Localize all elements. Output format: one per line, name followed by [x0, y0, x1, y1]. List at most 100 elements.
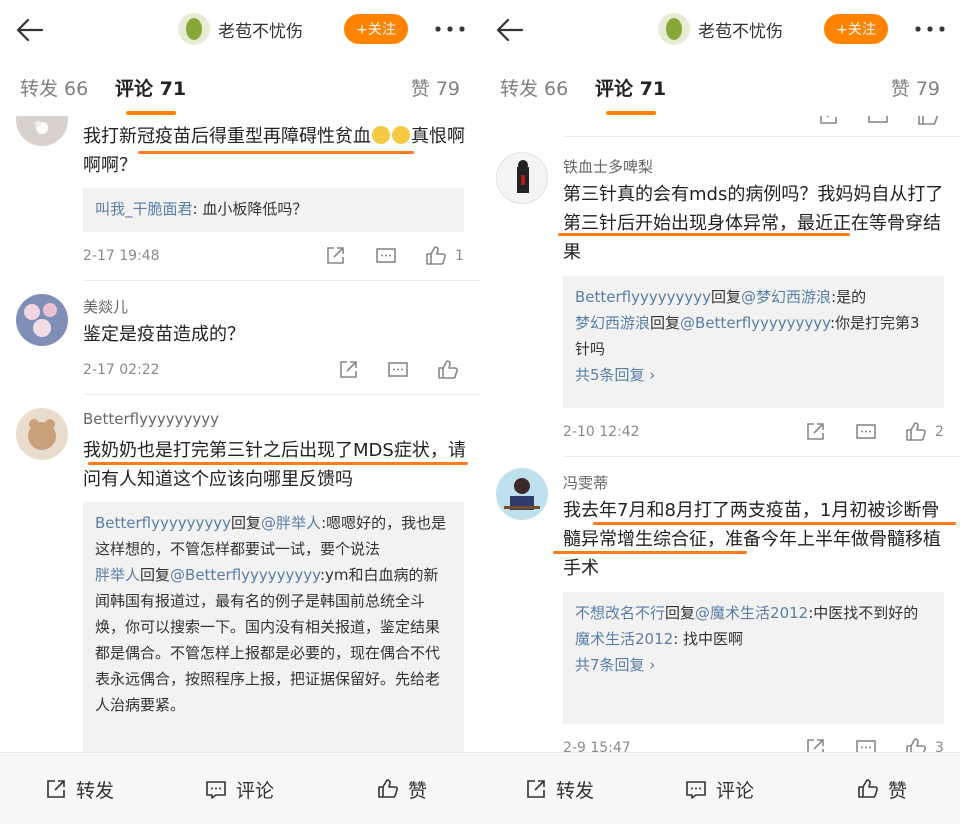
- reply-box[interactable]: Betterflyyyyyyyyy 回复 @梦幻西游浪:是的 梦幻西游浪回复@Bet…: [563, 276, 944, 408]
- back-arrow-icon[interactable]: [12, 12, 48, 48]
- bottom-action-bar: 转发 评论 赞: [480, 752, 960, 824]
- reply-target[interactable]: @Betterflyyyyyyyyy: [680, 314, 830, 332]
- comment-label: 评论: [236, 779, 275, 802]
- more-dots-icon[interactable]: [432, 14, 468, 44]
- more-dots-icon[interactable]: [912, 14, 948, 44]
- share-icon: [527, 780, 545, 798]
- comment-button[interactable]: 评论: [684, 775, 754, 803]
- tab-comments[interactable]: 评论 71: [595, 74, 666, 101]
- comment-meta: 2-9 15:47 3: [563, 736, 948, 752]
- comment-button[interactable]: 评论: [204, 775, 274, 803]
- commenter-name[interactable]: 铁血士多啤梨: [563, 156, 653, 177]
- divider: [563, 456, 960, 457]
- tab-comments[interactable]: 评论 71: [115, 74, 186, 101]
- reply-box[interactable]: Betterflyyyyyyyyy回复@胖举人:嗯嗯好的，我也是这样想的，不管怎…: [83, 502, 464, 752]
- share-icon[interactable]: [336, 358, 362, 384]
- repost-button[interactable]: 转发: [524, 775, 594, 803]
- back-arrow-icon[interactable]: [492, 12, 528, 48]
- share-icon[interactable]: [323, 244, 349, 270]
- reply-mid: 回复: [650, 314, 681, 332]
- repost-label: 转发: [76, 779, 115, 802]
- reply-user[interactable]: 胖举人: [95, 566, 140, 584]
- thumbs-up-icon: [378, 779, 398, 798]
- commenter-name[interactable]: 美燚儿: [83, 296, 128, 317]
- reply-box[interactable]: 不想改名不行回复@魔术生活2012:中医找不到好的 魔术生活2012: 找中医啊…: [563, 592, 944, 724]
- reply-target[interactable]: @胖举人: [261, 514, 321, 532]
- thumbs-up-icon[interactable]: [916, 116, 942, 130]
- comment-icon: [206, 781, 226, 799]
- share-icon[interactable]: [803, 420, 829, 446]
- reply-target[interactable]: @梦幻西游浪: [741, 288, 831, 306]
- reply-user[interactable]: 不想改名不行: [575, 604, 665, 622]
- author-name[interactable]: 老苞不忧伤: [698, 17, 783, 42]
- reply-box[interactable]: 叫我_干脆面君: 血小板降低吗？: [83, 188, 464, 232]
- thumbs-up-icon[interactable]: [904, 420, 930, 446]
- reply-mid: 回复: [140, 566, 171, 584]
- tab-likes[interactable]: 赞 79: [411, 74, 460, 101]
- crying-emoji-icon: [372, 126, 390, 144]
- author-avatar[interactable]: [658, 13, 690, 45]
- reply-user[interactable]: 魔术生活2012: [575, 630, 673, 648]
- repost-button[interactable]: 转发: [44, 775, 114, 803]
- more-replies-link[interactable]: 共7条回复 ›: [575, 652, 932, 678]
- like-button[interactable]: 赞: [376, 775, 427, 803]
- more-replies-link[interactable]: 共5条回复 ›: [575, 362, 932, 388]
- author-name[interactable]: 老苞不忧伤: [218, 17, 303, 42]
- reply-mid: 回复: [231, 514, 262, 532]
- comment-icon[interactable]: [854, 736, 880, 752]
- reply-target[interactable]: @魔术生活2012: [695, 604, 808, 622]
- comment-time: 2-17 02:22: [83, 362, 160, 378]
- author-info[interactable]: 老苞不忧伤: [178, 12, 303, 46]
- reply-user[interactable]: 叫我_干脆面君: [95, 200, 193, 218]
- crying-emoji-icon: [392, 126, 410, 144]
- reply-user[interactable]: 梦幻西游浪: [575, 314, 650, 332]
- divider: [83, 394, 480, 395]
- orange-highlight-underline: [558, 233, 850, 236]
- comment-meta: 2-17 02:22: [83, 358, 468, 384]
- like-label: 赞: [888, 779, 908, 802]
- follow-button[interactable]: +关注: [824, 14, 888, 44]
- reply-text: : 血小板降低吗？: [192, 200, 308, 218]
- reply-text: :是的: [831, 288, 867, 306]
- author-avatar[interactable]: [178, 13, 210, 45]
- reply-user[interactable]: Betterflyyyyyyyyy: [575, 288, 711, 306]
- reply-text: :中医找不到好的: [808, 604, 919, 622]
- share-icon[interactable]: [816, 116, 842, 130]
- like-count: 1: [455, 248, 464, 264]
- top-bar: 老苞不忧伤 +关注: [480, 0, 960, 60]
- follow-button[interactable]: +关注: [344, 14, 408, 44]
- commenter-avatar[interactable]: [16, 116, 68, 146]
- comment-icon[interactable]: [386, 358, 412, 384]
- comment-list: 我打新冠疫苗后得重型再障碍性贫血 真恨啊啊啊？ 叫我_干脆面君: 血小板降低吗？ …: [0, 116, 480, 752]
- reply-target[interactable]: @Betterflyyyyyyyyy: [170, 566, 320, 584]
- commenter-avatar[interactable]: [16, 294, 68, 346]
- comment-meta-partial: [563, 116, 948, 130]
- comment-icon[interactable]: [374, 244, 400, 270]
- tab-repost[interactable]: 转发 66: [20, 74, 88, 101]
- divider: [563, 136, 960, 137]
- reply-line: 梦幻西游浪回复@Betterflyyyyyyyyy:你是打完第3针吗: [575, 310, 932, 362]
- tab-repost[interactable]: 转发 66: [500, 74, 568, 101]
- commenter-avatar[interactable]: [16, 408, 68, 460]
- share-icon[interactable]: [803, 736, 829, 752]
- like-button[interactable]: 赞: [856, 775, 907, 803]
- thumbs-up-icon[interactable]: [436, 358, 462, 384]
- like-label: 赞: [408, 779, 428, 802]
- thumbs-up-icon[interactable]: [904, 736, 930, 752]
- thumbs-up-icon[interactable]: [424, 244, 450, 270]
- commenter-avatar[interactable]: [496, 468, 548, 520]
- comment-icon[interactable]: [866, 116, 892, 130]
- commenter-avatar[interactable]: [496, 152, 548, 204]
- author-info[interactable]: 老苞不忧伤: [658, 12, 783, 46]
- comment-meta: 2-17 19:48 1: [83, 244, 468, 270]
- tab-likes[interactable]: 赞 79: [891, 74, 940, 101]
- thumbs-up-icon: [858, 779, 878, 798]
- commenter-name[interactable]: Betterflyyyyyyyyy: [83, 410, 219, 428]
- top-bar: 老苞不忧伤 +关注: [0, 0, 480, 60]
- reply-user[interactable]: Betterflyyyyyyyyy: [95, 514, 231, 532]
- comment-icon[interactable]: [854, 420, 880, 446]
- commenter-name[interactable]: 冯雯蒂: [563, 472, 608, 493]
- reply-line: 魔术生活2012: 找中医啊: [575, 626, 932, 652]
- comment-text: 我去年7月和8月打了两支疫苗，1月初被诊断骨髓异常增生综合征，准备今年上半年做骨…: [563, 500, 941, 579]
- right-screenshot: 老苞不忧伤 +关注 转发 66 评论 71 赞 79 铁血士多啤梨 第三针真的会…: [480, 0, 960, 824]
